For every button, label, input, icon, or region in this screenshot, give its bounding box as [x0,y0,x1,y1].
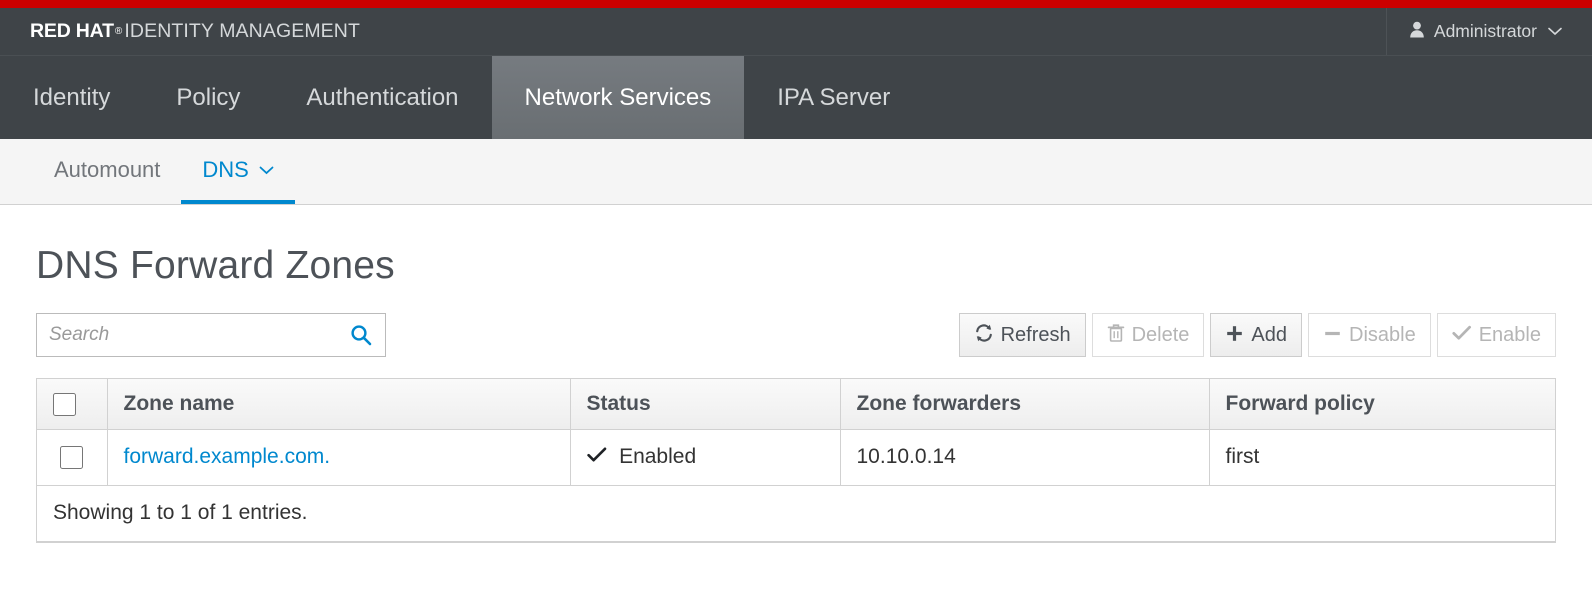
user-menu-label: Administrator [1434,21,1537,42]
subnav-item-label: Automount [54,157,160,183]
chevron-down-icon [1548,24,1562,39]
main-content: DNS Forward Zones [0,244,1592,543]
masthead: RED HAT®IDENTITY MANAGEMENT Administrato… [0,8,1592,55]
brand-redhat-text: RED HAT [30,20,114,43]
table-entry-count: Showing 1 to 1 of 1 entries. [37,485,1555,541]
search-input[interactable] [36,313,386,357]
nav-item-label: Authentication [306,84,458,112]
table-body: forward.example.com. Enabled 10.10.0.14 … [37,429,1555,541]
page-title: DNS Forward Zones [36,244,1556,288]
disable-button-label: Disable [1349,324,1416,347]
subnav-item-label: DNS [202,157,248,183]
chevron-down-icon [259,162,274,178]
search-icon [349,323,373,347]
minus-icon [1323,324,1342,347]
trash-icon [1107,323,1125,347]
secondary-navigation: Automount DNS [0,139,1592,205]
column-header-forward-policy[interactable]: Forward policy [1209,379,1555,429]
brand-product-text: IDENTITY MANAGEMENT [124,20,360,43]
row-checkbox[interactable] [60,446,83,469]
nav-item-policy[interactable]: Policy [143,56,273,139]
column-header-zone-forwarders[interactable]: Zone forwarders [840,379,1209,429]
delete-button-label: Delete [1132,324,1190,347]
table-row: forward.example.com. Enabled 10.10.0.14 … [37,429,1555,485]
delete-button[interactable]: Delete [1092,313,1205,357]
nav-item-authentication[interactable]: Authentication [273,56,491,139]
cell-forward-policy: first [1209,429,1555,485]
primary-navigation: Identity Policy Authentication Network S… [0,55,1592,139]
search-box [36,313,386,357]
cell-status: Enabled [570,429,840,485]
user-icon [1409,21,1425,42]
action-button-group: Refresh Delete [959,313,1556,357]
table-header-row: Zone name Status Zone forwarders Forward… [37,379,1555,429]
table-toolbar: Refresh Delete [36,313,1556,358]
nav-item-label: Network Services [525,84,712,112]
add-button[interactable]: Add [1210,313,1302,357]
search-button[interactable] [344,313,378,357]
subnav-item-dns[interactable]: DNS [181,139,294,204]
nav-item-network-services[interactable]: Network Services [492,56,745,139]
row-select-cell [37,429,107,485]
table-footer-row: Showing 1 to 1 of 1 entries. [37,485,1555,541]
nav-item-label: Identity [33,84,110,112]
status-badge: Enabled [619,445,696,468]
cell-zone-name: forward.example.com. [107,429,570,485]
plus-icon [1225,324,1244,347]
zones-table: Zone name Status Zone forwarders Forward… [37,379,1555,542]
add-button-label: Add [1251,324,1287,347]
table-header: Zone name Status Zone forwarders Forward… [37,379,1555,429]
enable-button-label: Enable [1479,324,1541,347]
check-icon [1452,324,1472,346]
cell-zone-forwarders: 10.10.0.14 [840,429,1209,485]
nav-item-ipa-server[interactable]: IPA Server [744,56,923,139]
status-check-icon [587,446,613,468]
brand-trademark-mark: ® [115,26,123,37]
select-all-header [37,379,107,429]
nav-item-identity[interactable]: Identity [0,56,143,139]
brand-accent-bar [0,0,1592,8]
refresh-button-label: Refresh [1001,324,1071,347]
subnav-item-automount[interactable]: Automount [33,139,181,204]
enable-button[interactable]: Enable [1437,313,1556,357]
column-header-zone-name[interactable]: Zone name [107,379,570,429]
nav-item-label: Policy [176,84,240,112]
user-menu[interactable]: Administrator [1386,8,1592,55]
brand-logo[interactable]: RED HAT®IDENTITY MANAGEMENT [0,8,360,55]
column-header-status[interactable]: Status [570,379,840,429]
zone-name-link[interactable]: forward.example.com. [124,445,331,468]
refresh-button[interactable]: Refresh [959,313,1086,357]
select-all-checkbox[interactable] [53,393,76,416]
zones-table-container: Zone name Status Zone forwarders Forward… [36,378,1556,543]
nav-item-label: IPA Server [777,84,890,112]
refresh-icon [974,323,994,347]
disable-button[interactable]: Disable [1308,313,1431,357]
